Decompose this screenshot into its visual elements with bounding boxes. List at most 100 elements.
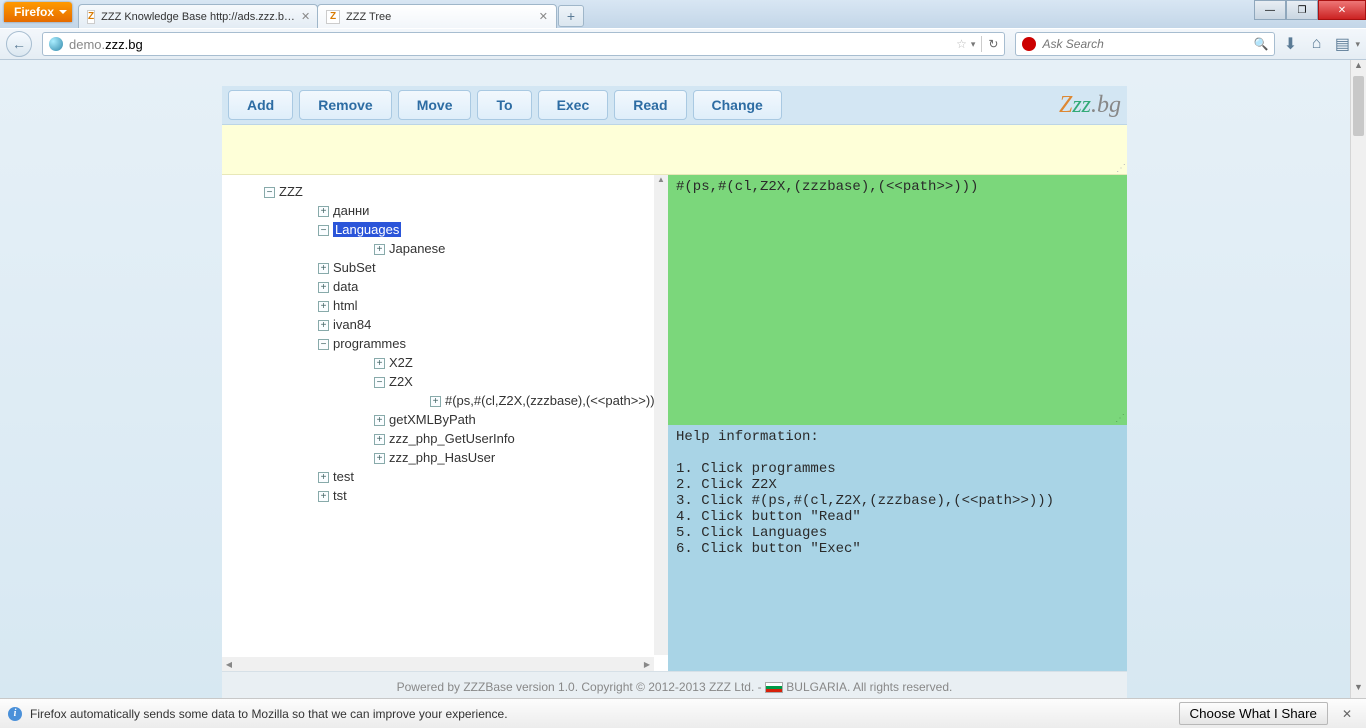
- exec-button[interactable]: Exec: [538, 90, 609, 120]
- search-engine-icon[interactable]: [1022, 37, 1036, 51]
- collapse-icon[interactable]: −: [318, 339, 329, 350]
- back-button[interactable]: ←: [6, 31, 32, 57]
- maximize-button[interactable]: ❐: [1286, 0, 1318, 20]
- downloads-icon[interactable]: ⬇: [1279, 34, 1301, 54]
- search-icon[interactable]: 🔍: [1254, 37, 1269, 51]
- close-tab-icon[interactable]: ✕: [539, 10, 548, 23]
- remove-button[interactable]: Remove: [299, 90, 391, 120]
- close-notification-icon[interactable]: ✕: [1336, 705, 1358, 723]
- tree-node-label[interactable]: getXMLByPath: [389, 412, 476, 427]
- collapse-icon[interactable]: −: [318, 225, 329, 236]
- expand-icon[interactable]: +: [318, 320, 329, 331]
- tab-title: ZZZ Knowledge Base http://ads.zzz.b…: [101, 11, 295, 23]
- url-bar[interactable]: demo.zzz.bg ☆▾ ↻: [42, 32, 1005, 56]
- tree-node-label[interactable]: #(ps,#(cl,Z2X,(zzzbase),(<<path>>))): [445, 393, 659, 408]
- tree-node-label[interactable]: zzz_php_GetUserInfo: [389, 431, 515, 446]
- new-tab-button[interactable]: +: [558, 5, 584, 27]
- tree-node[interactable]: + #(ps,#(cl,Z2X,(zzzbase),(<<path>>))): [430, 392, 662, 411]
- tree-node-label[interactable]: ivan84: [333, 317, 371, 332]
- globe-icon: [49, 37, 63, 51]
- tree-node-label[interactable]: data: [333, 279, 358, 294]
- expand-icon[interactable]: +: [374, 358, 385, 369]
- divider: [981, 36, 982, 52]
- expand-icon[interactable]: +: [374, 415, 385, 426]
- tree-node-label[interactable]: test: [333, 469, 354, 484]
- tree-node-label[interactable]: ZZZ: [279, 184, 303, 199]
- home-icon[interactable]: ⌂: [1305, 35, 1327, 53]
- choose-share-button[interactable]: Choose What I Share: [1179, 702, 1328, 725]
- tree-node[interactable]: + данни: [318, 202, 662, 221]
- reload-icon[interactable]: ↻: [988, 37, 998, 51]
- favicon-icon: Z: [87, 10, 95, 24]
- tree-node[interactable]: + ivan84: [318, 316, 662, 335]
- tree-node-label[interactable]: programmes: [333, 336, 406, 351]
- expand-icon[interactable]: +: [318, 301, 329, 312]
- tree-node-label[interactable]: Japanese: [389, 241, 445, 256]
- expand-icon[interactable]: +: [318, 282, 329, 293]
- tree-node[interactable]: + SubSet: [318, 259, 662, 278]
- read-button[interactable]: Read: [614, 90, 686, 120]
- main-panes: −ZZZ+данни−Languages+Japanese+SubSet+dat…: [222, 175, 1127, 671]
- tree-node-label[interactable]: SubSet: [333, 260, 376, 275]
- expand-icon[interactable]: +: [374, 434, 385, 445]
- expand-icon[interactable]: +: [318, 206, 329, 217]
- expand-icon[interactable]: +: [374, 244, 385, 255]
- page-viewport: Add Remove Move To Exec Read Change Zzz.…: [0, 60, 1366, 698]
- tab-title: ZZZ Tree: [346, 11, 391, 23]
- tree-node[interactable]: −Languages: [318, 221, 662, 240]
- tree-node[interactable]: −programmes: [318, 335, 662, 354]
- tree-node-label[interactable]: данни: [333, 203, 369, 218]
- tree-node[interactable]: + test: [318, 468, 662, 487]
- viewport-scrollbar[interactable]: ▲▼: [1350, 60, 1366, 698]
- code-pane[interactable]: #(ps,#(cl,Z2X,(zzzbase),(<<path>>)))⋰: [668, 175, 1127, 425]
- tree-node[interactable]: + tst: [318, 487, 662, 506]
- tree-node[interactable]: −Z2X: [374, 373, 662, 392]
- help-pane: Help information: 1. Click programmes 2.…: [668, 425, 1127, 671]
- expand-icon[interactable]: +: [318, 491, 329, 502]
- minimize-button[interactable]: —: [1254, 0, 1286, 20]
- tree-node[interactable]: + zzz_php_GetUserInfo: [374, 430, 662, 449]
- resize-handle-icon[interactable]: ⋰: [1115, 413, 1125, 425]
- move-button[interactable]: Move: [398, 90, 472, 120]
- expand-icon[interactable]: +: [318, 263, 329, 274]
- tree-node[interactable]: + X2Z: [374, 354, 662, 373]
- to-button[interactable]: To: [477, 90, 531, 120]
- add-button[interactable]: Add: [228, 90, 293, 120]
- tree-node-label[interactable]: zzz_php_HasUser: [389, 450, 495, 465]
- firefox-menu-button[interactable]: Firefox: [4, 2, 72, 22]
- search-input[interactable]: [1042, 37, 1253, 51]
- tree-root-node[interactable]: −ZZZ: [264, 183, 662, 202]
- change-button[interactable]: Change: [693, 90, 782, 120]
- collapse-icon[interactable]: −: [374, 377, 385, 388]
- tree-node-label[interactable]: Languages: [333, 222, 401, 237]
- tree-node-label[interactable]: tst: [333, 488, 347, 503]
- bulgaria-flag-icon: [765, 682, 783, 693]
- tree-scrollbar-h[interactable]: ◀▶: [222, 657, 654, 671]
- favicon-icon: Z: [326, 10, 340, 24]
- tree-node[interactable]: + Japanese: [374, 240, 662, 259]
- browser-titlebar: Firefox Z ZZZ Knowledge Base http://ads.…: [0, 0, 1366, 28]
- notification-text: Firefox automatically sends some data to…: [30, 707, 508, 721]
- tree-node-label[interactable]: X2Z: [389, 355, 413, 370]
- resize-handle-icon[interactable]: ⋰: [1116, 163, 1125, 174]
- collapse-icon[interactable]: −: [264, 187, 275, 198]
- browser-navbar: ← demo.zzz.bg ☆▾ ↻ 🔍 ⬇ ⌂ ▤▾: [0, 28, 1366, 60]
- tree-node[interactable]: + html: [318, 297, 662, 316]
- tree-node[interactable]: + data: [318, 278, 662, 297]
- browser-tab-1[interactable]: Z ZZZ Tree ✕: [317, 4, 557, 28]
- tree-node[interactable]: + zzz_php_HasUser: [374, 449, 662, 468]
- bookmark-star-icon[interactable]: ☆: [956, 37, 967, 51]
- expand-icon[interactable]: +: [374, 453, 385, 464]
- info-icon: i: [8, 707, 22, 721]
- browser-tab-0[interactable]: Z ZZZ Knowledge Base http://ads.zzz.b… ✕: [78, 4, 318, 28]
- expand-icon[interactable]: +: [318, 472, 329, 483]
- bookmarks-icon[interactable]: ▤: [1331, 34, 1353, 54]
- expand-icon[interactable]: +: [430, 396, 441, 407]
- tree-node-label[interactable]: Z2X: [389, 374, 413, 389]
- tree-scrollbar-v[interactable]: ▲: [654, 175, 668, 655]
- tree-node-label[interactable]: html: [333, 298, 358, 313]
- close-tab-icon[interactable]: ✕: [301, 10, 310, 23]
- tree-node[interactable]: + getXMLByPath: [374, 411, 662, 430]
- search-box[interactable]: 🔍: [1015, 32, 1275, 56]
- close-window-button[interactable]: ✕: [1318, 0, 1366, 20]
